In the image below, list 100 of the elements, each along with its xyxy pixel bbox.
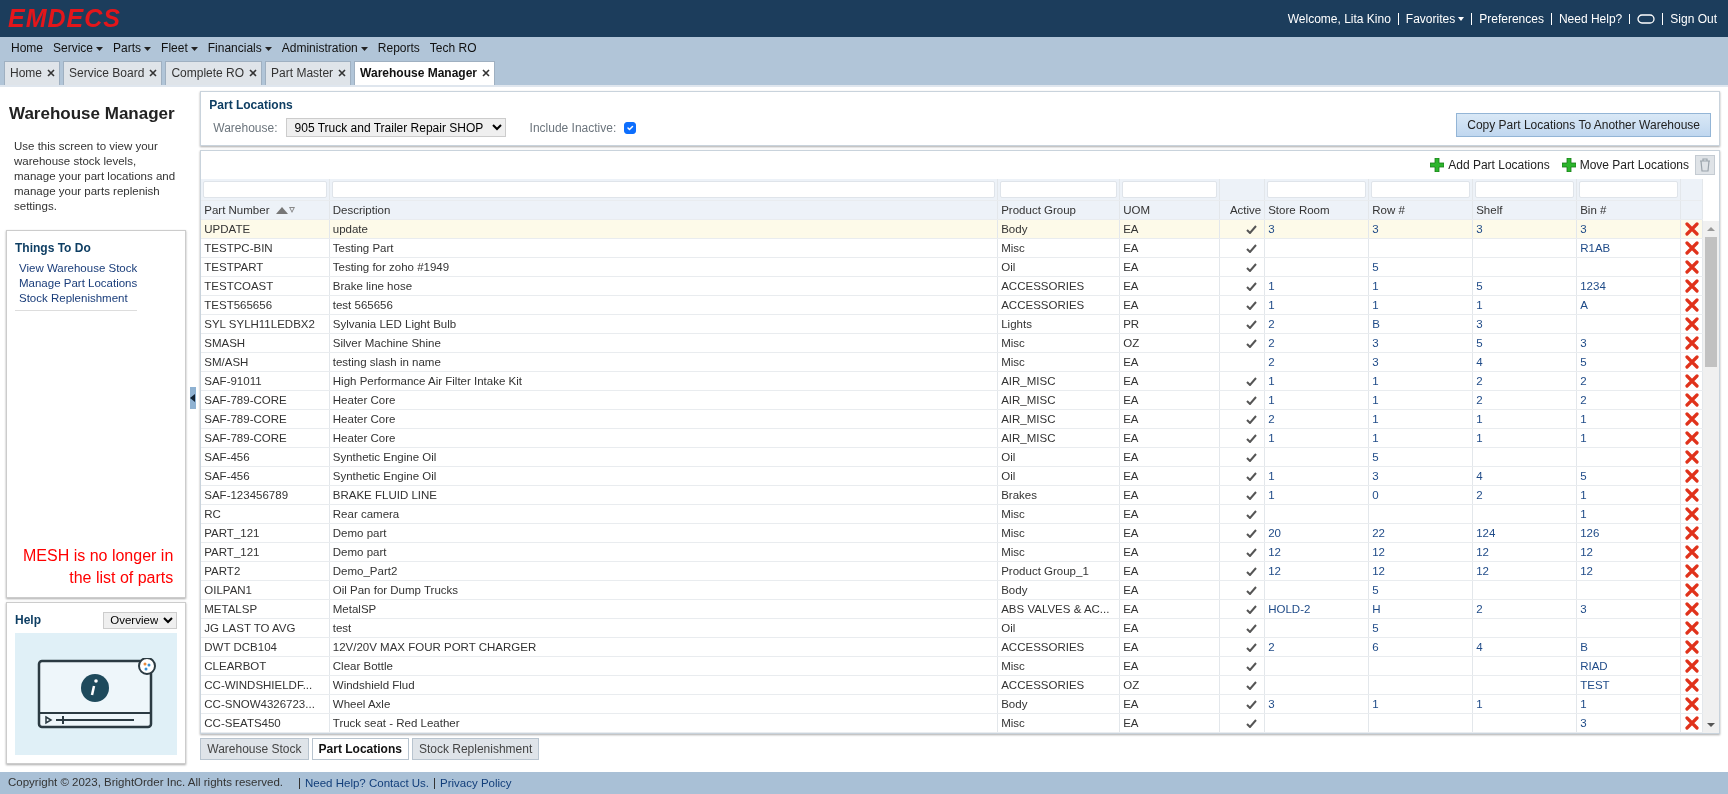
table-cell: 1 (1372, 298, 1379, 311)
filter-field[interactable] (1122, 181, 1218, 198)
toolbar-button[interactable]: Add Part Locations (1424, 156, 1556, 174)
filter-field[interactable] (331, 181, 996, 198)
tab[interactable]: Home (4, 61, 60, 85)
delete-icon[interactable] (1684, 393, 1699, 408)
delete-icon[interactable] (1684, 564, 1699, 579)
delete-icon[interactable] (1684, 640, 1699, 655)
tab[interactable]: Service Board (63, 61, 163, 85)
menu-item[interactable]: Fleet (156, 37, 203, 59)
filter-field[interactable] (203, 181, 327, 198)
table-cell: EA (1123, 450, 1139, 463)
menu-item[interactable]: Tech RO (424, 37, 482, 59)
close-icon[interactable] (249, 69, 258, 77)
delete-icon[interactable] (1684, 488, 1699, 503)
delete-icon[interactable] (1684, 241, 1699, 256)
delete-icon[interactable] (1684, 659, 1699, 674)
delete-icon[interactable] (1684, 526, 1699, 541)
filter-field[interactable] (1475, 181, 1575, 198)
delete-icon[interactable] (1684, 412, 1699, 427)
todo-link[interactable]: Stock Replenishment (19, 290, 138, 306)
menu-item[interactable]: Administration (276, 37, 373, 59)
panel-title: Help (15, 612, 41, 629)
close-icon[interactable] (47, 69, 55, 77)
column-header[interactable]: Bin # (1580, 203, 1607, 216)
footer-link[interactable]: Privacy Policy (434, 777, 517, 789)
menu-item[interactable]: Reports (372, 37, 425, 59)
table-cell: 2 (1268, 336, 1275, 349)
delete-icon[interactable] (1684, 222, 1699, 237)
delete-icon[interactable] (1684, 355, 1699, 370)
menu-item[interactable]: Home (6, 37, 48, 59)
table-cell: EA (1123, 355, 1139, 368)
table-cell: 3 (1580, 336, 1587, 349)
header-link[interactable]: Sign Out (1670, 12, 1717, 25)
delete-icon[interactable] (1684, 279, 1699, 294)
header-link[interactable]: Need Help? (1558, 12, 1623, 25)
column-header[interactable]: Description (332, 203, 391, 216)
table-cell: SAF-789-CORE (204, 412, 287, 425)
table-cell: 1 (1268, 279, 1275, 292)
filter-field[interactable] (1371, 181, 1471, 198)
table-cell: SAF-789-CORE (204, 431, 287, 444)
table-cell: Misc (1001, 659, 1025, 672)
delete-icon[interactable] (1684, 602, 1699, 617)
menu-item[interactable]: Parts (108, 37, 157, 59)
delete-icon[interactable] (1684, 716, 1699, 731)
delete-icon[interactable] (1684, 317, 1699, 332)
table-cell: B (1580, 640, 1588, 653)
tab[interactable]: Part Master (265, 61, 352, 85)
toolbar-button[interactable]: Move Part Locations (1555, 156, 1696, 174)
filter-field[interactable] (1579, 181, 1679, 198)
plus-icon (1430, 158, 1445, 172)
filter-field[interactable] (1000, 181, 1118, 198)
delete-icon[interactable] (1684, 374, 1699, 389)
tab[interactable]: Stock Replenishment (411, 738, 540, 760)
table-cell: 1 (1268, 298, 1275, 311)
help-select[interactable]: Overview (103, 611, 178, 629)
delete-icon[interactable] (1684, 583, 1699, 598)
collapse-handle[interactable] (190, 387, 197, 409)
table-cell: ABS VALVES & AC... (1001, 602, 1110, 615)
copy-button[interactable]: Copy Part Locations To Another Warehouse (1456, 113, 1712, 137)
table-cell: PR (1123, 317, 1140, 330)
close-icon[interactable] (149, 69, 158, 77)
table-cell: RC (204, 507, 221, 520)
todo-link[interactable]: Manage Part Locations (19, 275, 138, 291)
footer-link[interactable]: Need Help? Contact Us. (299, 777, 435, 789)
delete-icon[interactable] (1684, 507, 1699, 522)
table-cell: Product Group_1 (1001, 564, 1089, 577)
delete-icon[interactable] (1684, 621, 1699, 636)
delete-icon[interactable] (1684, 450, 1699, 465)
header-link[interactable]: Preferences (1479, 12, 1544, 25)
table-cell: Misc (1001, 355, 1025, 368)
header-link[interactable]: Favorites (1405, 12, 1465, 25)
delete-icon[interactable] (1684, 260, 1699, 275)
todo-link[interactable]: View Warehouse Stock (19, 260, 138, 276)
delete-icon[interactable] (1684, 298, 1699, 313)
scroll-down-icon (1706, 721, 1717, 729)
close-icon[interactable] (482, 69, 491, 77)
delete-icon[interactable] (1684, 697, 1699, 712)
filter-field[interactable] (1267, 181, 1367, 198)
delete-icon[interactable] (1684, 469, 1699, 484)
tab[interactable]: Part Locations (311, 738, 409, 760)
table-cell: 3 (1580, 602, 1587, 615)
table-cell: ACCESSORIES (1001, 298, 1085, 311)
tab[interactable]: Complete RO (165, 61, 263, 85)
table-cell: 2 (1268, 355, 1275, 368)
delete-icon[interactable] (1684, 336, 1699, 351)
warehouse-select[interactable]: 905 Truck and Trailer Repair SHOP (285, 118, 506, 137)
tab[interactable]: Warehouse Stock (200, 738, 309, 760)
menu-item[interactable]: Service (48, 37, 109, 59)
delete-icon[interactable] (1684, 545, 1699, 560)
menu-item[interactable]: Financials (202, 37, 277, 59)
column-header[interactable]: Shelf (1476, 203, 1503, 216)
delete-icon[interactable] (1684, 678, 1699, 693)
table-cell: AIR_MISC (1001, 393, 1056, 406)
tab[interactable]: Warehouse Manager (354, 61, 496, 85)
scrollbar[interactable] (1703, 221, 1720, 733)
close-icon[interactable] (338, 69, 347, 77)
scrollbar-thumb[interactable] (1705, 237, 1718, 367)
delete-icon[interactable] (1684, 431, 1699, 446)
column-header[interactable]: UOM (1123, 203, 1151, 216)
